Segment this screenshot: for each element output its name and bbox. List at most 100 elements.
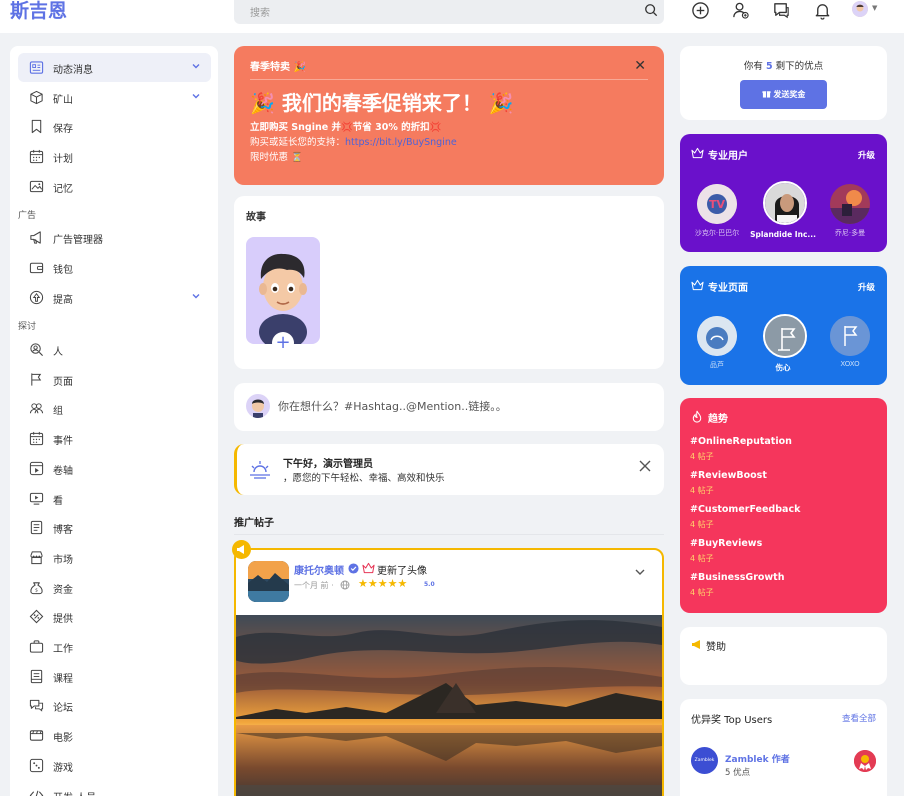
post-time[interactable]: 一个月 前 · xyxy=(294,580,334,591)
sidebar-item-boost[interactable]: 提高 xyxy=(18,283,211,312)
stories-title: 故事 xyxy=(246,212,266,223)
trending-hashtag[interactable]: #CustomerFeedback xyxy=(690,504,800,515)
see-all-link[interactable]: 查看全部 xyxy=(842,712,876,724)
sidebar-item-newsfeed[interactable]: 动态消息 xyxy=(18,53,211,82)
medal-icon xyxy=(854,750,876,772)
sidebar-item-wallet[interactable]: 钱包 xyxy=(18,253,211,282)
messages-icon[interactable] xyxy=(772,1,791,23)
pro-user-name[interactable]: Splandide Inc... xyxy=(750,230,816,239)
pro-page-name[interactable]: XOXO xyxy=(817,360,883,368)
sidebar-item-label: 动态消息 xyxy=(53,65,93,76)
sidebar-item-label: 提供 xyxy=(53,614,73,626)
sidebar-item-explore[interactable]: 组 xyxy=(18,394,211,423)
search-icon[interactable] xyxy=(644,3,658,20)
notifications-icon[interactable] xyxy=(813,1,832,23)
flag-icon xyxy=(29,372,44,387)
sidebar-item-explore[interactable]: 页面 xyxy=(18,365,211,394)
pro-user-name[interactable]: 乔尼·多曼 xyxy=(817,228,883,238)
chevron-down-icon[interactable] xyxy=(191,91,201,104)
bookmark-icon xyxy=(29,119,44,134)
sidebar-item-ads-manager[interactable]: 广告管理器 xyxy=(18,223,211,252)
add-post-icon[interactable] xyxy=(691,1,710,23)
post-composer[interactable]: 你在想什么？#Hashtag..@Mention..链接。。 xyxy=(234,383,664,431)
points-count: 5 xyxy=(765,61,773,72)
cube-icon xyxy=(29,90,44,105)
chevron-down-icon[interactable] xyxy=(634,566,646,581)
search-input[interactable]: 搜索 xyxy=(250,4,270,19)
pro-page-name[interactable]: 品芦 xyxy=(684,360,750,370)
crown-icon xyxy=(362,562,375,577)
sidebar-item-explore[interactable]: 博客 xyxy=(18,513,211,542)
composer-placeholder[interactable]: 你在想什么？#Hashtag..@Mention..链接。。 xyxy=(278,398,507,414)
sidebar-item-explore[interactable]: 市场 xyxy=(18,543,211,572)
post-author-avatar[interactable] xyxy=(248,561,289,602)
post-image[interactable] xyxy=(236,615,662,796)
pro-page-name[interactable]: 伤心 xyxy=(750,362,816,373)
chevron-down-icon[interactable] xyxy=(191,61,201,74)
pro-user-name[interactable]: 沙克尔·巴巴尔 xyxy=(684,228,750,238)
chevron-down-icon[interactable] xyxy=(191,291,201,304)
promo-line: 购买或延长您的支持：https://bit.ly/BuySngine xyxy=(250,134,457,148)
sidebar-item-label: 资金 xyxy=(53,584,73,596)
sidebar-item-explore[interactable]: $ 资金 xyxy=(18,573,211,602)
sidebar-item-explore[interactable]: 电影 xyxy=(18,721,211,750)
add-story-button[interactable]: + xyxy=(272,332,294,354)
sidebar-item-label: 游戏 xyxy=(53,762,73,774)
stories-card: 故事 + xyxy=(234,196,664,369)
trending-hashtag[interactable]: #BuyReviews xyxy=(690,538,762,549)
trending-hashtag[interactable]: #ReviewBoost xyxy=(690,470,767,481)
sidebar-item-memories[interactable]: 记忆 xyxy=(18,172,211,201)
close-icon[interactable]: ✕ xyxy=(634,58,646,74)
rating-stars: ★★★★★ xyxy=(358,577,408,590)
greeting-title: 下午好，演示管理员 xyxy=(283,459,373,470)
add-story-tile[interactable] xyxy=(246,237,320,344)
sidebar-item-label: 页面 xyxy=(53,376,73,388)
sidebar-item-explore[interactable]: 卷轴 xyxy=(18,454,211,483)
sidebar-item-explore[interactable]: 工作 xyxy=(18,632,211,661)
top-user-avatar[interactable]: Zamblek xyxy=(691,747,718,774)
sidebar-item-saved[interactable]: 保存 xyxy=(18,112,211,141)
friend-requests-icon[interactable] xyxy=(731,1,750,23)
upgrade-link[interactable]: 升级 xyxy=(858,281,875,293)
calendar-icon xyxy=(29,149,44,164)
post-author-name[interactable]: 康托尔奥顿 xyxy=(294,562,344,577)
sidebar-item-explore[interactable]: 游戏 xyxy=(18,751,211,780)
fire-icon xyxy=(691,410,703,426)
sidebar-item-explore[interactable]: 事件 xyxy=(18,424,211,453)
site-logo[interactable]: 斯吉恩 xyxy=(10,0,67,22)
user-avatar[interactable] xyxy=(852,1,868,17)
pro-user-avatar[interactable] xyxy=(830,184,870,224)
send-bonus-button[interactable]: 发送奖金 xyxy=(740,80,827,109)
pro-page-avatar[interactable] xyxy=(830,316,870,356)
chevron-down-icon[interactable]: ▼ xyxy=(872,4,877,12)
sidebar-item-explore[interactable]: 开发 人员 xyxy=(18,781,211,796)
sidebar-item-explore[interactable]: 人 xyxy=(18,335,211,364)
sidebar-item-explore[interactable]: 提供 xyxy=(18,602,211,631)
sidebar-item-explore[interactable]: 看 xyxy=(18,484,211,513)
sidebar-item-mines[interactable]: 矿山 xyxy=(18,83,211,112)
trending-hashtag[interactable]: #BusinessGrowth xyxy=(690,572,784,583)
sidebar-item-label: 矿山 xyxy=(53,95,73,106)
close-icon[interactable] xyxy=(638,459,652,476)
offers-icon xyxy=(29,609,44,624)
promo-link[interactable]: https://bit.ly/BuySngine xyxy=(345,137,457,148)
sidebar-item-label: 保存 xyxy=(53,124,73,135)
trending-hashtag[interactable]: #OnlineReputation xyxy=(690,436,792,447)
boost-icon xyxy=(29,290,44,305)
sidebar-item-scheduled[interactable]: 计划 xyxy=(18,142,211,171)
search-bar[interactable]: 搜索 xyxy=(234,0,664,24)
pro-user-avatar[interactable]: TV xyxy=(697,184,737,224)
trending-title: 趋势 xyxy=(708,414,728,425)
top-user-name[interactable]: Zamblek 作者 xyxy=(725,752,790,765)
pro-page-avatar[interactable] xyxy=(763,314,807,358)
promo-line: 限时优惠 ⏳ xyxy=(250,152,303,163)
sidebar-item-explore[interactable]: 论坛 xyxy=(18,691,211,720)
pro-user-avatar[interactable] xyxy=(763,181,807,225)
sidebar-item-explore[interactable]: 课程 xyxy=(18,662,211,691)
trending-post-count: 4 帖子 xyxy=(690,520,714,529)
points-card: 你有 5 剩下的优点 发送奖金 xyxy=(680,46,887,120)
newsfeed-icon xyxy=(29,60,44,75)
upgrade-link[interactable]: 升级 xyxy=(858,149,875,161)
pro-page-avatar[interactable] xyxy=(697,316,737,356)
sidebar-item-label: 课程 xyxy=(53,673,73,685)
